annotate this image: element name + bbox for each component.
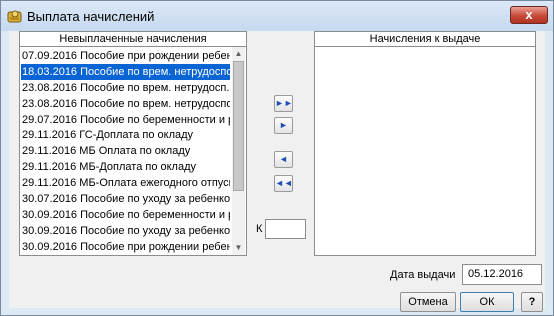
list-item[interactable]: 30.09.2016 Пособие при рождении ребенк <box>21 239 230 255</box>
k-label: К <box>256 223 263 235</box>
payment-window: Выплата начислений x Невыплаченные начис… <box>0 0 554 316</box>
move-all-left-button[interactable]: ◄◄ <box>274 175 293 192</box>
scroll-down-icon[interactable]: ▼ <box>232 241 245 255</box>
payout-list[interactable]: Начисления к выдаче <box>314 31 536 256</box>
list-item[interactable]: 30.09.2016 Пособие по беременности и р <box>21 207 230 223</box>
payout-date-label: Дата выдачи <box>390 269 456 281</box>
list-item-selected[interactable]: 18.03.2016 Пособие по врем. нетрудоспо. <box>21 63 230 80</box>
close-icon: x <box>525 7 533 22</box>
window-title: Выплата начислений <box>27 9 155 24</box>
help-button[interactable]: ? <box>521 292 543 312</box>
payout-date-field[interactable]: 05.12.2016 <box>462 264 542 285</box>
list-item[interactable]: 23.08.2016 Пособие по врем. нетрудосп. <box>21 80 230 96</box>
scroll-up-icon[interactable]: ▲ <box>232 47 245 61</box>
vertical-scrollbar[interactable]: ▲ ▼ <box>232 47 245 255</box>
list-item[interactable]: 29.11.2016 ГС-Доплата по окладу <box>21 127 230 143</box>
double-arrow-left-icon: ◄◄ <box>275 178 293 188</box>
move-all-right-button[interactable]: ►► <box>274 95 293 112</box>
unpaid-accruals-header: Невыплаченные начисления <box>20 32 246 47</box>
scroll-thumb[interactable] <box>233 61 244 191</box>
list-item[interactable]: 29.11.2016 МБ-Доплата по окладу <box>21 159 230 175</box>
payout-list-header: Начисления к выдаче <box>315 32 535 47</box>
list-item[interactable]: 07.09.2016 Пособие при рождении ребенка <box>21 48 230 64</box>
list-item[interactable]: 30.07.2016 Пособие по уходу за ребенком <box>21 191 230 207</box>
list-item[interactable]: 29.07.2016 Пособие по беременности и р <box>21 112 230 128</box>
list-item[interactable]: 23.08.2016 Пособие по врем. нетрудоспо <box>21 96 230 112</box>
ok-button[interactable]: ОК <box>460 292 514 312</box>
arrow-left-icon: ◄ <box>279 154 288 164</box>
close-button[interactable]: x <box>510 6 548 24</box>
move-left-button[interactable]: ◄ <box>274 151 293 168</box>
double-arrow-right-icon: ►► <box>275 98 293 108</box>
title-bar[interactable]: Выплата начислений x <box>1 1 553 31</box>
unpaid-accruals-list[interactable]: Невыплаченные начисления 07.09.2016 Посо… <box>19 31 247 256</box>
app-icon <box>7 10 22 23</box>
list-item[interactable]: 30.09.2016 Пособие по уходу за ребенком <box>21 223 230 239</box>
arrow-right-icon: ► <box>279 120 288 130</box>
list-item[interactable]: 29.11.2016 МБ-Оплата ежегодного отпуск <box>21 175 230 191</box>
k-input[interactable] <box>265 219 306 239</box>
cancel-button[interactable]: Отмена <box>400 292 456 312</box>
unpaid-accruals-rows: 07.09.2016 Пособие при рождении ребенка … <box>21 48 230 255</box>
move-right-button[interactable]: ► <box>274 117 293 134</box>
list-item[interactable]: 29.11.2016 МБ Оплата по окладу <box>21 143 230 159</box>
dialog-body: Невыплаченные начисления 07.09.2016 Посо… <box>9 31 545 312</box>
